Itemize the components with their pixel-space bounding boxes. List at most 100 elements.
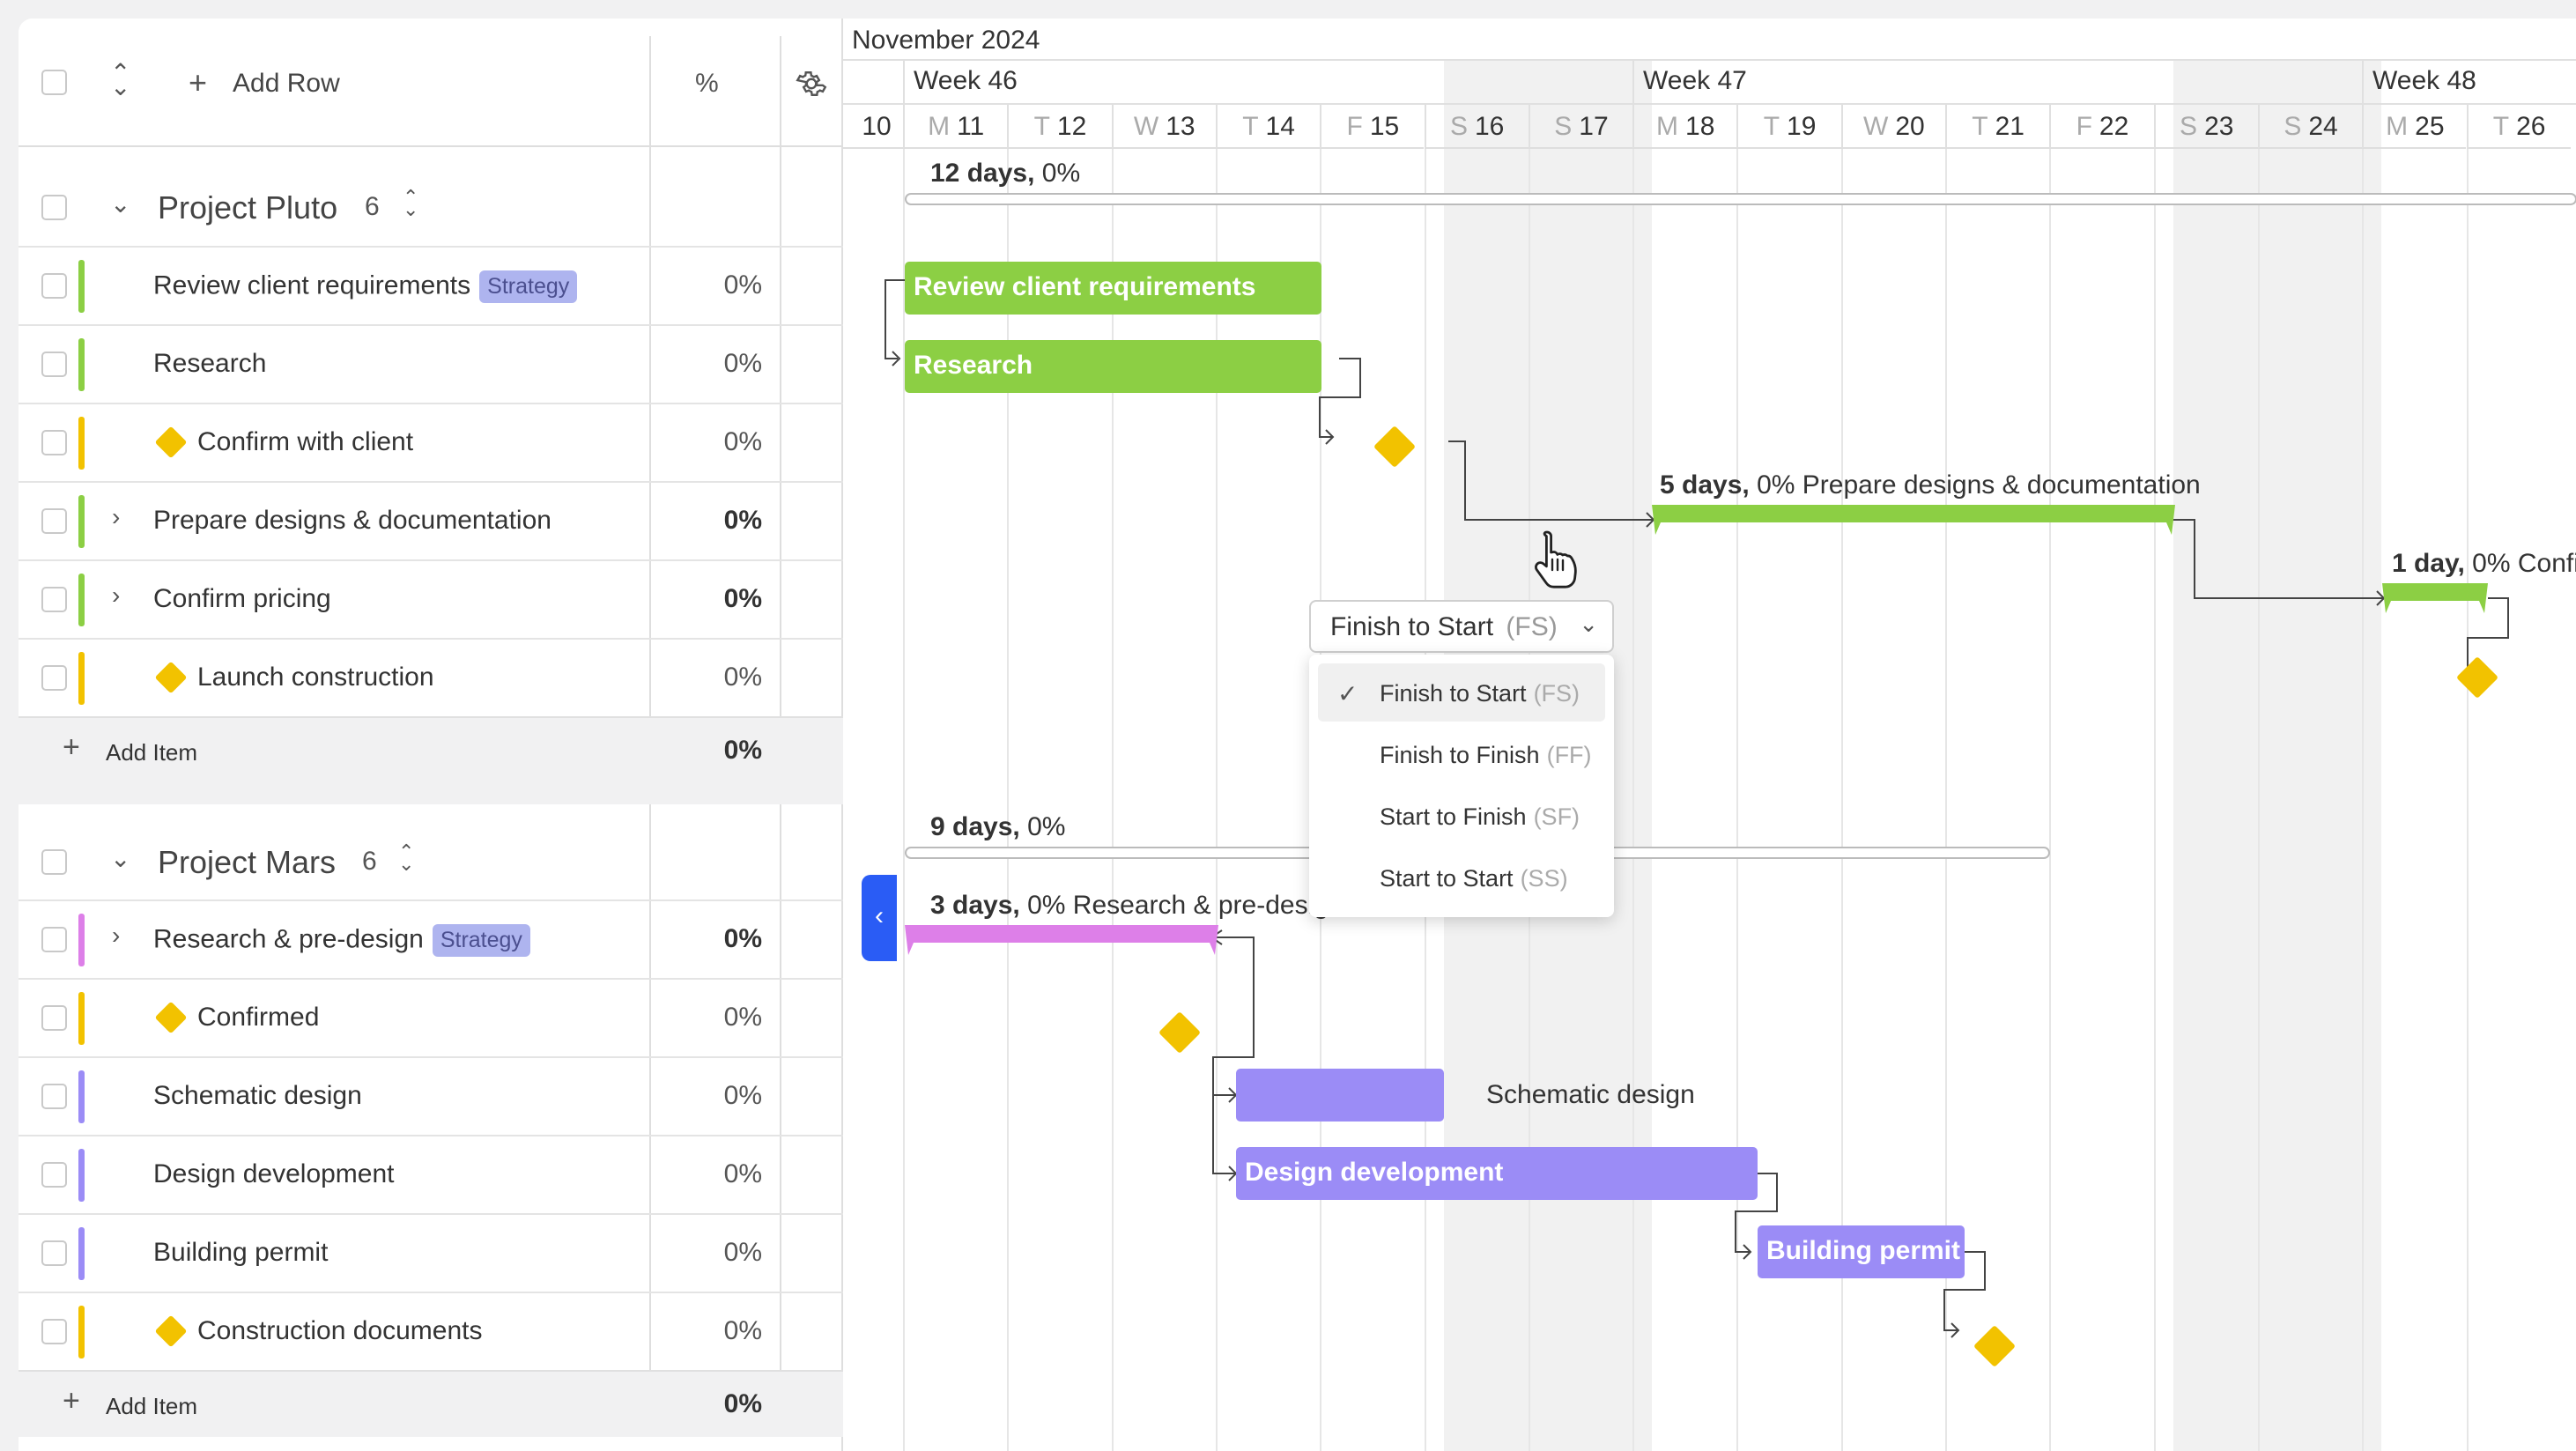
task-list-header: ⌃ ⌄ + Add Row % xyxy=(19,19,843,147)
task-checkbox[interactable] xyxy=(41,508,67,534)
plus-icon: + xyxy=(189,64,208,100)
chevron-down-icon[interactable]: ⌄ xyxy=(110,844,130,873)
group-total-percent: 0% xyxy=(723,1389,762,1418)
option-abbr: (FS) xyxy=(1533,680,1580,707)
dependency-type-select[interactable]: Finish to Start (FS) ⌄ xyxy=(1309,600,1614,653)
chevron-down-icon: ⌄ xyxy=(1579,611,1598,637)
task-percent[interactable]: 0% xyxy=(674,506,762,536)
chevron-down-icon[interactable]: ⌄ xyxy=(110,189,130,218)
gear-icon[interactable] xyxy=(796,68,827,100)
summary-label: 9 days, 0% xyxy=(930,812,1065,842)
select-all-checkbox[interactable] xyxy=(41,70,67,95)
task-checkbox[interactable] xyxy=(41,587,67,612)
milestone-icon xyxy=(154,661,188,694)
row-divider xyxy=(19,246,843,248)
milestone-icon xyxy=(154,426,188,459)
gantt-chart: November 2024 Week 46 Week 47 Week 48 10… xyxy=(843,19,2576,1451)
group-checkbox[interactable] xyxy=(41,849,67,875)
building-permit-bar[interactable]: Building permit xyxy=(1758,1225,1965,1278)
task-percent[interactable]: 0% xyxy=(674,924,762,954)
task-name: Research & pre-design xyxy=(153,924,424,954)
task-checkbox[interactable] xyxy=(41,1162,67,1188)
option-abbr: (SS) xyxy=(1520,865,1568,892)
bar-days: 5 days, xyxy=(1660,470,1750,500)
chevron-right-icon[interactable]: › xyxy=(112,922,120,950)
research-bar[interactable]: Research xyxy=(905,340,1321,393)
task-checkbox[interactable] xyxy=(41,1084,67,1109)
dependency-type-menu: ✓ Finish to Start (FS) Finish to Finish (FF… xyxy=(1309,655,1614,917)
task-percent[interactable]: 0% xyxy=(674,1316,762,1346)
color-indicator xyxy=(78,652,85,705)
task-checkbox[interactable] xyxy=(41,927,67,952)
add-item-row: + Add Item 0% xyxy=(19,716,843,783)
milestone-icon xyxy=(154,1001,188,1034)
task-checkbox[interactable] xyxy=(41,1005,67,1031)
color-indicator xyxy=(78,495,85,548)
task-checkbox[interactable] xyxy=(41,273,67,299)
task-checkbox[interactable] xyxy=(41,352,67,377)
row-divider xyxy=(19,324,843,326)
option-label: Start to Start xyxy=(1380,865,1514,892)
task-percent[interactable]: 0% xyxy=(674,663,762,692)
selected-dependency-label: Finish to Start xyxy=(1330,612,1494,641)
add-row-button[interactable]: Add Row xyxy=(233,69,340,99)
review-client-requirements-bar[interactable]: Review client requirements xyxy=(905,262,1321,315)
group-count: 6 xyxy=(362,847,377,876)
add-item-button[interactable]: Add Item xyxy=(106,739,197,766)
bar-pct: 0% xyxy=(1757,470,1795,500)
dependency-connectors xyxy=(885,279,2509,1338)
chevron-right-icon[interactable]: › xyxy=(112,503,120,531)
connector-review-research xyxy=(885,279,905,359)
collapse-panel-button[interactable]: ‹ xyxy=(862,875,897,961)
task-percent[interactable]: 0% xyxy=(674,1159,762,1189)
color-indicator xyxy=(78,417,85,470)
group-checkbox[interactable] xyxy=(41,195,67,220)
summary-pct: 0% xyxy=(1041,159,1081,188)
prepare-designs-group-bar[interactable] xyxy=(1652,505,2175,540)
summary-days: 9 days, xyxy=(930,812,1020,841)
strategy-tag[interactable]: Strategy xyxy=(432,924,530,957)
task-name: Confirm pricing xyxy=(153,584,331,613)
add-item-button[interactable]: Add Item xyxy=(106,1393,197,1420)
task-name: Design development xyxy=(153,1159,395,1188)
summary-pct: 0% xyxy=(1027,812,1066,841)
group-title: Project Mars xyxy=(158,844,337,880)
row-divider xyxy=(19,1056,843,1058)
sort-icon[interactable]: ⌃ ⌄ xyxy=(403,188,418,219)
color-indicator xyxy=(78,260,85,313)
task-percent[interactable]: 0% xyxy=(674,427,762,457)
option-finish-to-start[interactable]: ✓ Finish to Start (FS) xyxy=(1318,663,1605,722)
task-percent[interactable]: 0% xyxy=(674,1003,762,1033)
group-spacer xyxy=(19,783,843,804)
project-pluto-summary-bar[interactable] xyxy=(905,193,2576,205)
confirm-pricing-group-bar[interactable] xyxy=(2382,583,2488,618)
strategy-tag[interactable]: Strategy xyxy=(479,270,578,303)
prepare-designs-label: 5 days, 0% Prepare designs & documentati… xyxy=(1660,470,2201,500)
row-divider xyxy=(19,1213,843,1215)
task-checkbox[interactable] xyxy=(41,1319,67,1344)
chevron-left-icon: ‹ xyxy=(875,901,884,930)
option-start-to-start[interactable]: Start to Start (SS) xyxy=(1318,848,1605,907)
task-list-panel: ⌃ ⌄ + Add Row % ⌄ Project Pluto 6 ⌃ ⌄ Revi… xyxy=(19,19,843,1451)
design-development-bar[interactable]: Design development xyxy=(1236,1147,1758,1200)
expand-collapse-icon[interactable]: ⌃ ⌄ xyxy=(110,61,130,100)
task-percent[interactable]: 0% xyxy=(674,349,762,379)
task-percent[interactable]: 0% xyxy=(674,270,762,300)
hand-cursor-icon xyxy=(1535,530,1577,589)
chevron-right-icon[interactable]: › xyxy=(112,581,120,610)
task-percent[interactable]: 0% xyxy=(674,1081,762,1111)
app-window: ⌃ ⌄ + Add Row % ⌄ Project Pluto 6 ⌃ ⌄ Revi… xyxy=(19,19,2576,1451)
task-checkbox[interactable] xyxy=(41,1240,67,1266)
percent-column-header: % xyxy=(695,69,719,98)
sort-icon[interactable]: ⌃ ⌄ xyxy=(398,842,414,874)
task-checkbox[interactable] xyxy=(41,430,67,455)
task-checkbox[interactable] xyxy=(41,665,67,691)
option-finish-to-finish[interactable]: Finish to Finish (FF) xyxy=(1318,725,1605,783)
task-percent[interactable]: 0% xyxy=(674,1238,762,1268)
option-abbr: (SF) xyxy=(1533,803,1580,830)
option-start-to-finish[interactable]: Start to Finish (SF) xyxy=(1318,787,1605,845)
research-pre-design-group-bar[interactable] xyxy=(905,925,1218,960)
task-percent[interactable]: 0% xyxy=(674,584,762,614)
schematic-design-bar[interactable] xyxy=(1236,1069,1444,1122)
row-divider xyxy=(19,559,843,561)
